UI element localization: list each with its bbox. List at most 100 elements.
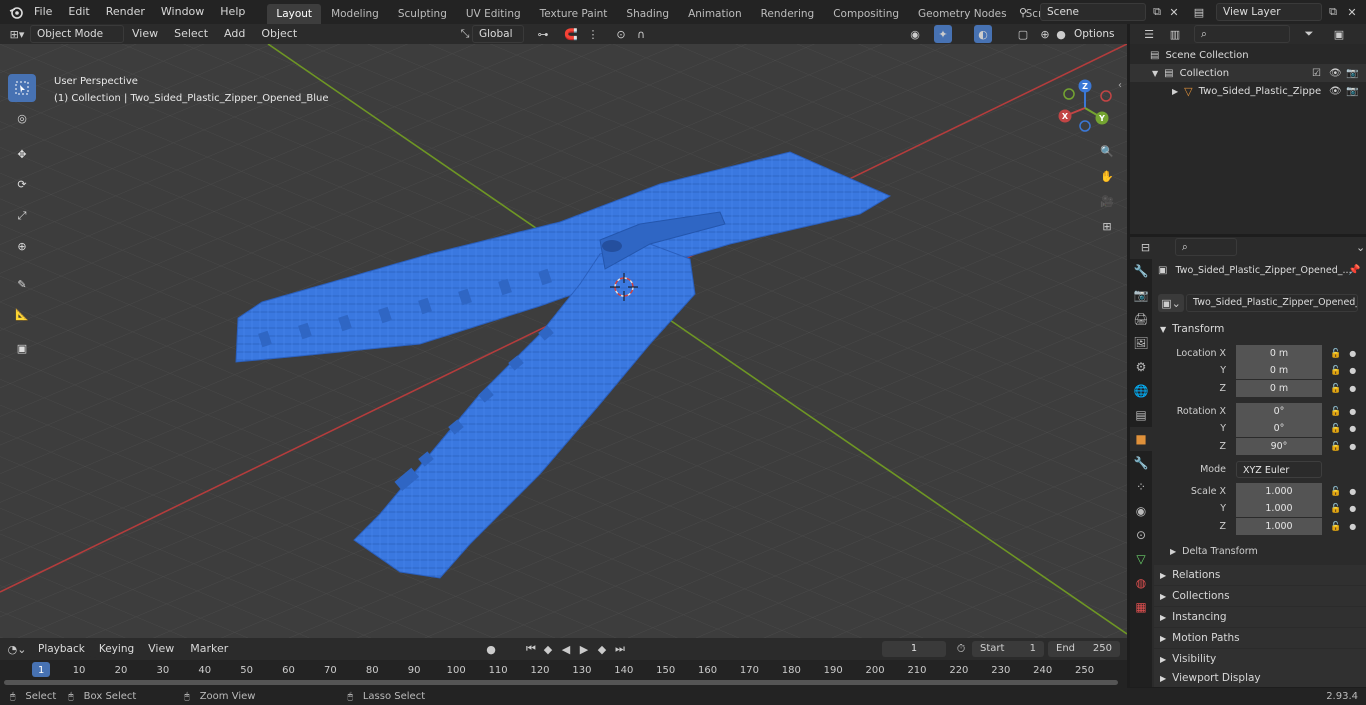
tab-geometry-nodes[interactable]: Geometry Nodes [909,4,1016,24]
scene-icon[interactable]: ⚲ [1014,3,1032,21]
keying-menu[interactable]: Keying [92,640,141,658]
filter-icon[interactable]: ⏷ [1300,25,1318,43]
new-collection-icon[interactable]: ▣ [1330,25,1348,43]
expand-arrow-icon[interactable]: ▼ [1152,69,1158,78]
sidebar-toggle-icon[interactable]: ‹ [1118,80,1122,91]
data-tab-icon[interactable]: ▽ [1130,547,1152,571]
keyframe-dot-icon[interactable]: ● [1349,487,1356,496]
modifier-tab-icon[interactable]: 🔧 [1130,451,1152,475]
rotation-mode-dropdown[interactable]: XYZ Euler [1236,461,1322,478]
tab-rendering[interactable]: Rendering [752,4,824,24]
select-box-tool[interactable] [8,74,36,102]
display-mode-icon[interactable]: ▥ [1166,25,1184,43]
timeline-view-menu[interactable]: View [140,637,182,661]
tab-compositing[interactable]: Compositing [824,4,908,24]
menu-select[interactable]: Select [166,22,216,46]
overlay-toggle-icon[interactable]: ◐ [974,25,992,43]
transform-tool[interactable]: ⊕ [8,232,36,260]
view-layer-field[interactable]: View Layer [1216,3,1322,21]
keyframe-dot-icon[interactable]: ● [1349,407,1356,416]
collection-checkbox[interactable]: ☑ [1312,68,1321,79]
location-x-field[interactable]: 0 m [1236,345,1322,362]
instancing-panel-header[interactable]: ▶ Instancing [1154,607,1366,627]
tab-shading[interactable]: Shading [617,4,678,24]
gizmo-toggle-icon[interactable]: ✦ [934,25,952,43]
lock-icon[interactable]: 🔓 [1330,442,1341,452]
object-tab-icon[interactable]: ■ [1130,427,1152,451]
render-tab-icon[interactable]: 📷 [1130,283,1152,307]
relations-panel-header[interactable]: ▶ Relations [1154,565,1366,585]
add-cube-tool[interactable]: ▣ [8,334,36,362]
snap-icon[interactable]: 🧲 [562,25,580,43]
output-tab-icon[interactable]: 🖨 [1130,307,1152,331]
options-dropdown[interactable]: Options [1068,25,1124,43]
pan-hand-icon[interactable]: ✋ [1098,167,1116,185]
tab-sculpting[interactable]: Sculpting [389,4,456,24]
keyframe-dot-icon[interactable]: ● [1349,504,1356,513]
scale-x-field[interactable]: 1.000 [1236,483,1322,500]
particles-tab-icon[interactable]: ⁘ [1130,475,1152,499]
properties-options-icon[interactable]: ⌄ [1355,238,1366,256]
menu-help[interactable]: Help [212,0,253,24]
menu-add[interactable]: Add [216,22,253,46]
timeline-scrollbar[interactable] [4,680,1118,685]
scene-tab-icon[interactable]: ⚙ [1130,355,1152,379]
snap-target-icon[interactable]: ⋮ [584,25,602,43]
lock-icon[interactable]: 🔓 [1330,349,1341,359]
view-layer-tab-icon[interactable]: 🖼 [1130,331,1152,355]
3d-viewport[interactable]: User Perspective (1) Collection | Two_Si… [0,44,1127,638]
constraints-tab-icon[interactable]: ⊙ [1130,523,1152,547]
rotation-z-field[interactable]: 90° [1236,438,1322,455]
marker-menu[interactable]: Marker [182,637,236,661]
cursor-tool[interactable]: ◎ [8,104,36,132]
blender-logo-icon[interactable] [6,3,26,21]
move-tool[interactable]: ✥ [8,140,36,168]
lock-icon[interactable]: 🔓 [1330,504,1341,514]
delta-transform-subpanel[interactable]: ▶ Delta Transform [1170,546,1258,557]
lock-icon[interactable]: 🔓 [1330,522,1341,532]
keyframe-dot-icon[interactable]: ● [1349,366,1356,375]
current-frame-field[interactable]: 1 [882,641,946,657]
keyframe-dot-icon[interactable]: ● [1349,349,1356,358]
delete-view-layer-icon[interactable]: ✕ [1343,3,1361,21]
pivot-icon[interactable]: ⊶ [534,25,552,43]
outliner-search-input[interactable]: ⌕ [1194,25,1290,43]
keyframe-dot-icon[interactable]: ● [1349,384,1356,393]
camera-icon[interactable]: 📷 [1346,68,1358,79]
play-reverse-icon[interactable]: ◀ [557,640,575,658]
new-scene-icon[interactable]: ⧉ [1148,3,1166,21]
stopwatch-icon[interactable]: ⏱ [952,640,970,658]
object-browse-icon[interactable]: ▣⌄ [1158,294,1184,312]
rotate-tool[interactable]: ⟳ [8,170,36,198]
jump-start-icon[interactable]: ⏮ [522,640,540,658]
pin-icon[interactable]: 📌 [1348,265,1360,276]
scale-tool[interactable]: ⤢ [8,202,36,230]
outliner-editor-icon[interactable]: ☰ [1140,25,1158,43]
xray-icon[interactable]: ▢ [1014,25,1032,43]
outliner-row-object[interactable]: ▶ ▽ Two_Sided_Plastic_Zippe 👁 📷 [1130,82,1366,100]
navigation-gizmo[interactable]: Z X Y [1052,78,1122,138]
mode-dropdown[interactable]: Object Mode [30,25,124,43]
delete-scene-icon[interactable]: ✕ [1165,3,1183,21]
orientation-dropdown[interactable]: Global [472,25,524,43]
tab-animation[interactable]: Animation [679,4,751,24]
scene-name-field[interactable]: Scene [1040,3,1146,21]
measure-tool[interactable]: 📐 [8,300,36,328]
world-tab-icon[interactable]: 🌐 [1130,379,1152,403]
outliner-row-collection[interactable]: ▼ ▤ Collection ☑ 👁 📷 [1130,64,1366,82]
keyframe-dot-icon[interactable]: ● [1349,522,1356,531]
start-frame-field[interactable]: Start 1 [972,641,1044,657]
lock-icon[interactable]: 🔓 [1330,366,1341,376]
visibility-panel-header[interactable]: ▶ Visibility [1154,649,1366,669]
keyframe-dot-icon[interactable]: ● [1349,442,1356,451]
motion-paths-panel-header[interactable]: ▶ Motion Paths [1154,628,1366,648]
play-icon[interactable]: ▶ [575,640,593,658]
annotate-tool[interactable]: ✎ [8,270,36,298]
rotation-y-field[interactable]: 0° [1236,420,1322,437]
lock-icon[interactable]: 🔓 [1330,487,1341,497]
next-keyframe-icon[interactable]: ◆ [593,640,611,658]
properties-search-input[interactable]: ⌕ [1174,238,1238,256]
transform-panel-header[interactable]: ▼ Transform [1154,319,1366,339]
menu-view[interactable]: View [124,22,166,46]
camera-icon[interactable]: 📷 [1346,86,1358,97]
